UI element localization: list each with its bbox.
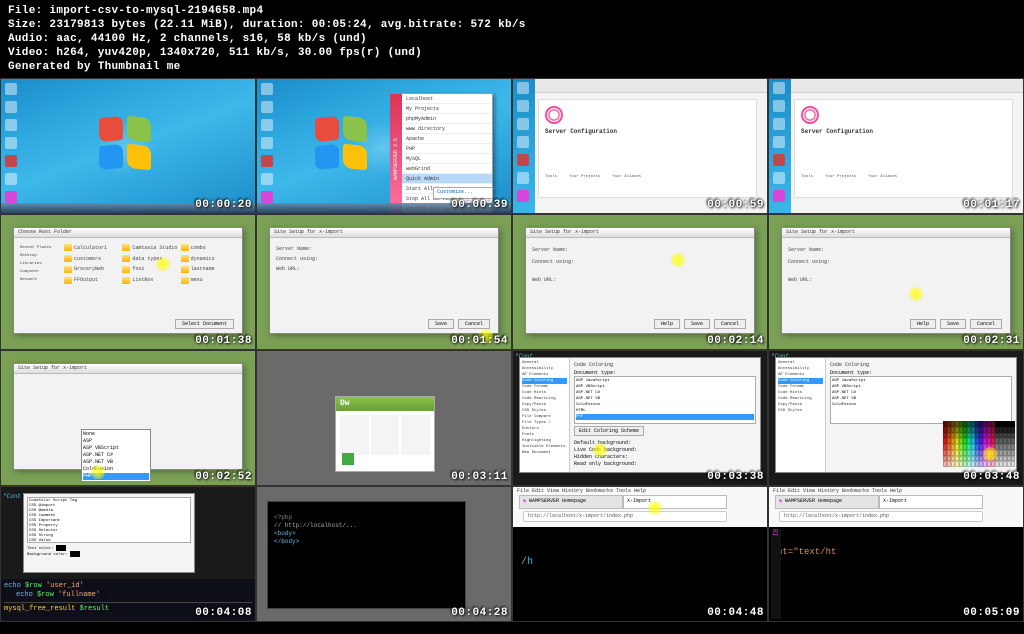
browser-tab[interactable]: ◉ WAMPSERVER Homepage <box>775 495 879 509</box>
dreamweaver-welcome: Dw <box>335 396 435 472</box>
windows-logo-icon <box>315 117 371 173</box>
thumb-13: "Cont CodeColor Script TagCSS @importCSS… <box>0 486 256 622</box>
url-bar[interactable]: http://localhost/x-import/index.php <box>523 511 727 522</box>
thumb-2: WAMPSERVER 2.5 LocalhostMy Projects phpM… <box>256 78 512 214</box>
thumb-6: Site Setup for x-import Server Name: Con… <box>256 214 512 350</box>
thumb-1: 00:00:20 <box>0 78 256 214</box>
thumb-10: Dw 00:03:11 <box>256 350 512 486</box>
cursor-highlight-icon <box>909 287 923 301</box>
thumb-7: Site Setup for x-import Server Name:Conn… <box>512 214 768 350</box>
cursor-highlight-icon <box>91 465 105 479</box>
cursor-highlight-icon <box>593 443 607 457</box>
url-bar[interactable]: http://localhost/x-import/index.php <box>779 511 983 522</box>
wamp-logo-icon <box>545 106 563 124</box>
browser-tab[interactable]: ◉ WAMPSERVER Homepage <box>519 495 623 509</box>
browser-tab[interactable]: X-Import <box>879 495 983 509</box>
thumb-16: File Edit View History Bookmarks Tools H… <box>768 486 1024 622</box>
thumb-5: Choose Root Folder Recent PlacesDesktopL… <box>0 214 256 350</box>
thumb-11: "Cont GeneralAccessibilityAP Elements Co… <box>512 350 768 486</box>
thumb-9: Site Setup for x-import NoneASPASP VBScr… <box>0 350 256 486</box>
cursor-highlight-icon <box>648 501 662 515</box>
thumb-14: <?php // http://localhost/... <body> </b… <box>256 486 512 622</box>
timestamp: 00:00:20 <box>195 199 252 211</box>
browser-tab[interactable]: X-Import <box>623 495 727 509</box>
cursor-highlight-icon <box>983 447 997 461</box>
cursor-highlight-icon <box>156 257 170 271</box>
thumb-8: Site Setup for x-import Server Name:Conn… <box>768 214 1024 350</box>
thumb-3: Server Configuration ToolsYour ProjectsY… <box>512 78 768 214</box>
thumbnail-header: File: import-csv-to-mysql-2194658.mp4 Si… <box>0 0 1024 78</box>
thumb-12: "Cont GeneralAccessibilityAP Elements Co… <box>768 350 1024 486</box>
thumbnail-grid: 00:00:20 WAMPSERVER 2.5 LocalhostMy Proj… <box>0 78 1024 622</box>
thumb-15: File Edit View History Bookmarks Tools H… <box>512 486 768 622</box>
windows-logo-icon <box>99 117 155 173</box>
cursor-highlight-icon <box>671 253 685 267</box>
color-picker[interactable] <box>943 421 1015 467</box>
wamp-logo-icon <box>801 106 819 124</box>
thumb-4: Server Configuration ToolsYour ProjectsY… <box>768 78 1024 214</box>
